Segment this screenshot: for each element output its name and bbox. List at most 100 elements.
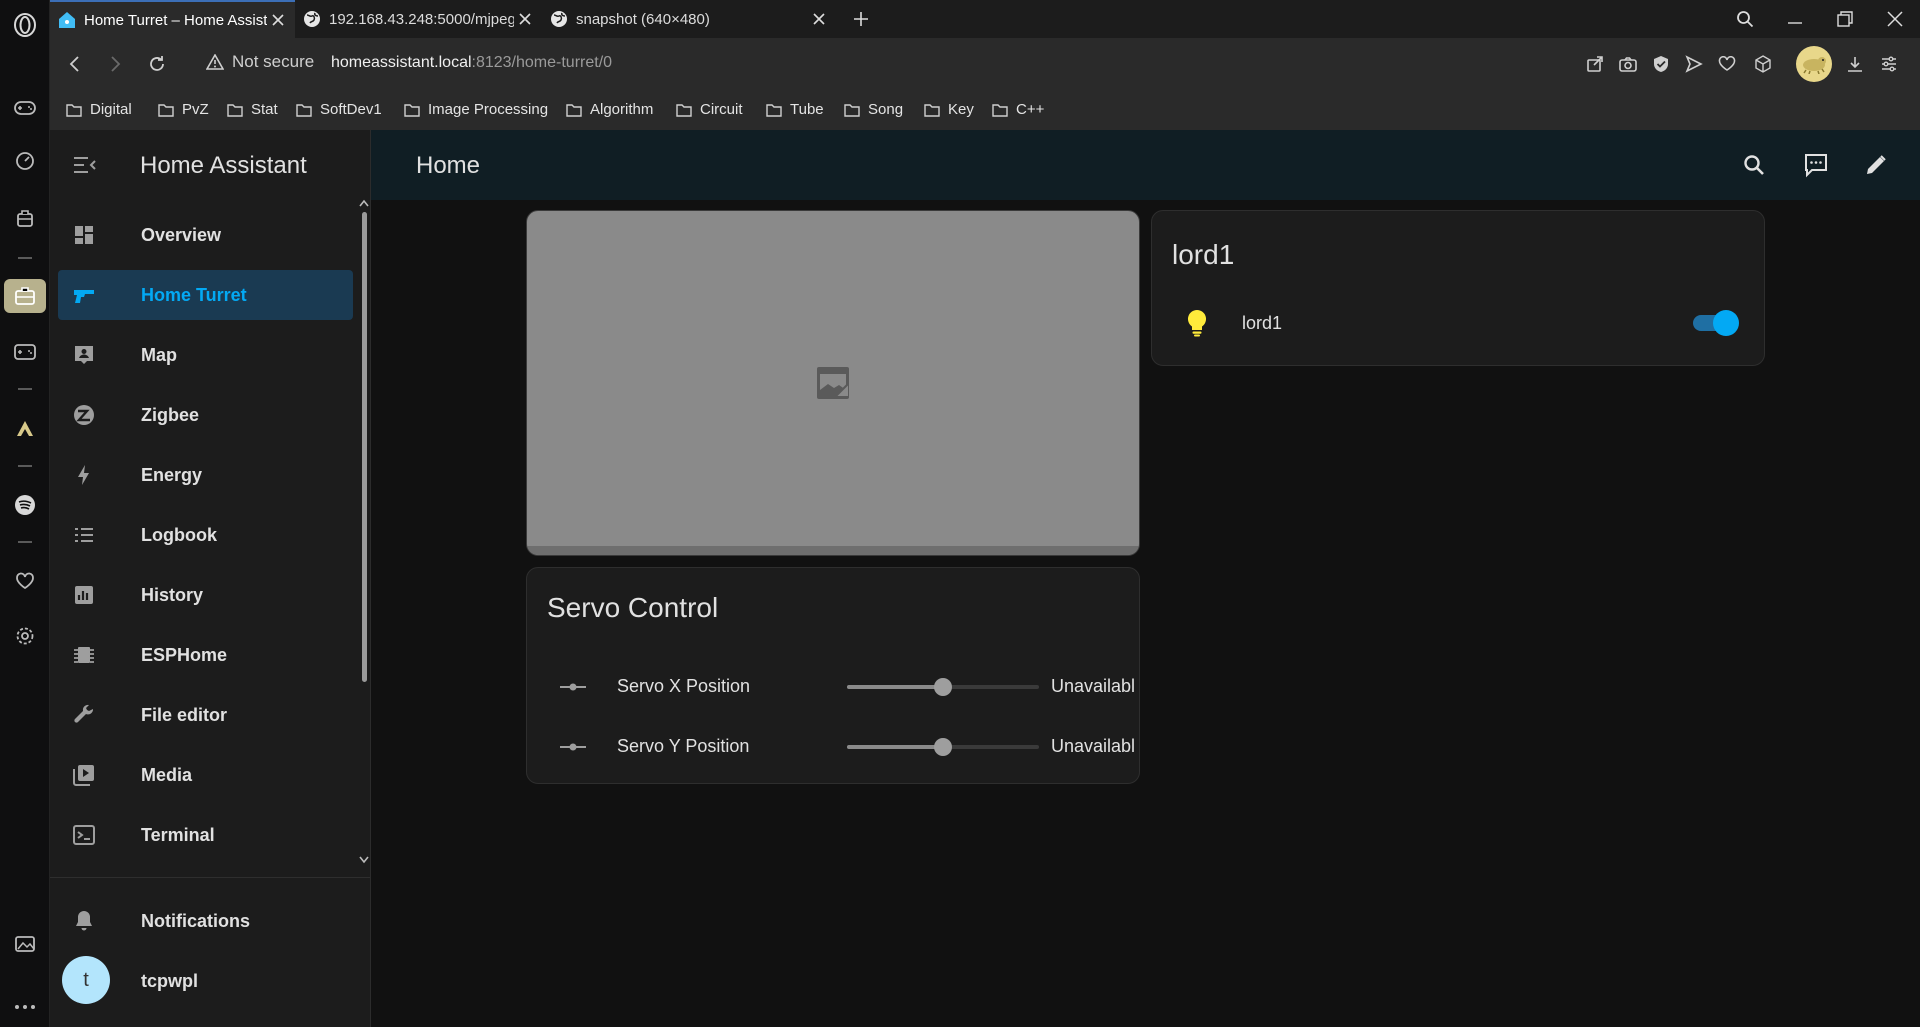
back-arrow-icon[interactable] (62, 51, 88, 77)
browser-profile-avatar-icon[interactable] (1796, 46, 1832, 82)
card-title: Servo Control (547, 592, 719, 623)
camera-feed-card[interactable] (526, 210, 1140, 556)
aria-icon[interactable] (8, 411, 42, 445)
sidebar-item-label: Zigbee (141, 405, 200, 425)
edit-pencil-icon[interactable] (1861, 150, 1891, 180)
sidebar-item-history[interactable]: History (58, 570, 353, 620)
search-icon[interactable] (1739, 150, 1769, 180)
bookmark-folder[interactable]: Song (844, 101, 903, 118)
bookmark-folder[interactable]: Key (924, 101, 974, 118)
sidebar-item-energy[interactable]: Energy (58, 450, 353, 500)
not-secure-label: Not secure (232, 52, 315, 71)
close-tab-icon[interactable] (267, 9, 289, 31)
more-dots-icon[interactable] (8, 990, 42, 1024)
sidebar-item-file-editor[interactable]: File editor (58, 690, 353, 740)
address-bar: Not secure homeassistant.local:8123/home… (50, 38, 1920, 90)
sidebar-item-esphome[interactable]: ESPHome (58, 630, 353, 680)
camera-footer-bar (527, 546, 1139, 555)
speed-dial-icon[interactable] (8, 144, 42, 178)
bookmark-folder[interactable]: Algorithm (566, 101, 653, 118)
folder-icon (676, 103, 692, 117)
sidebar-item-map[interactable]: Map (58, 330, 353, 380)
share-icon[interactable] (1582, 51, 1608, 77)
sidebar-item-label: History (141, 585, 204, 605)
easy-setup-sliders-icon[interactable] (1876, 51, 1902, 77)
user-avatar[interactable]: t (62, 956, 110, 1004)
url-host: homeassistant.local (331, 54, 472, 71)
close-window-icon[interactable] (1880, 6, 1910, 32)
camera-snapshot-icon[interactable] (1615, 51, 1641, 77)
folder-icon (566, 103, 582, 117)
scroll-up-arrow-icon[interactable] (358, 198, 370, 208)
light-toggle-switch[interactable] (1693, 310, 1739, 336)
bookmark-label: SoftDev1 (320, 101, 382, 118)
sidebar-scrollbar[interactable] (362, 212, 367, 682)
heart-icon[interactable] (8, 564, 42, 598)
sidebar-item-media[interactable]: Media (58, 750, 353, 800)
downloads-icon[interactable] (1842, 51, 1868, 77)
menu-open-icon[interactable] (70, 152, 100, 178)
ha-sidebar: Home Assistant Overview Home Turret Map … (50, 130, 371, 1027)
bookmark-folder[interactable]: Tube (766, 101, 824, 118)
opera-logo-icon[interactable] (8, 8, 42, 42)
console-icon (73, 825, 95, 845)
tab-search-icon[interactable] (1730, 6, 1760, 32)
bookmark-folder[interactable]: Stat (227, 101, 278, 118)
heart-bookmark-icon[interactable] (1714, 51, 1740, 77)
lightbulb-icon[interactable] (1185, 309, 1209, 337)
slider-thumb[interactable] (934, 678, 952, 696)
tab-home-turret[interactable]: Home Turret – Home Assistant (50, 0, 295, 38)
new-tab-plus-icon[interactable] (848, 6, 874, 32)
send-icon[interactable] (1681, 51, 1707, 77)
sidebar-item-logbook[interactable]: Logbook (58, 510, 353, 560)
sidebar-item-overview[interactable]: Overview (58, 210, 353, 260)
reload-icon[interactable] (144, 51, 170, 77)
gallery-icon[interactable] (8, 927, 42, 961)
sidebar-item-zigbee[interactable]: Zigbee (58, 390, 353, 440)
tab-snapshot[interactable]: snapshot (640×480) (542, 0, 836, 38)
settings-gear-icon[interactable] (8, 619, 42, 653)
gamepad-square-icon[interactable] (8, 335, 42, 369)
warning-triangle-icon (206, 54, 224, 70)
folder-icon (66, 103, 82, 117)
backpack-icon[interactable] (8, 201, 42, 235)
bell-icon (76, 911, 92, 931)
gamepad-icon[interactable] (8, 91, 42, 125)
scroll-down-arrow-icon[interactable] (358, 855, 370, 865)
folder-icon (227, 103, 243, 117)
sidebar-item-home-turret[interactable]: Home Turret (58, 270, 353, 320)
sidebar-item-label: Home Turret (141, 285, 247, 305)
restore-icon[interactable] (1830, 6, 1860, 32)
play-box-multiple-icon (73, 765, 94, 786)
forward-arrow-icon[interactable] (102, 51, 128, 77)
servo-x-slider[interactable] (847, 678, 1039, 696)
close-tab-icon[interactable] (808, 8, 830, 30)
chart-box-icon (75, 586, 93, 604)
minimize-icon[interactable] (1780, 6, 1810, 32)
bookmark-folder[interactable]: Circuit (676, 101, 743, 118)
bookmark-folder[interactable]: Digital (66, 101, 132, 118)
shield-check-icon[interactable] (1648, 51, 1674, 77)
sidebar-item-terminal[interactable]: Terminal (58, 810, 353, 860)
bookmark-folder[interactable]: Image Processing (404, 101, 548, 118)
assist-chat-icon[interactable] (1801, 150, 1831, 180)
bookmark-folder[interactable]: PvZ (158, 101, 209, 118)
sidebar-divider (50, 877, 370, 878)
browser-side-rail (0, 0, 50, 1027)
bookmark-label: Tube (790, 101, 824, 118)
tab-mjpeg[interactable]: 192.168.43.248:5000/mjpeg (295, 0, 542, 38)
spotify-icon[interactable] (8, 488, 42, 522)
extensions-cube-icon[interactable] (1750, 51, 1776, 77)
user-name: tcpwpl (141, 971, 198, 991)
url-field[interactable]: homeassistant.local:8123/home-turret/0 (331, 54, 612, 72)
bookmark-folder[interactable]: SoftDev1 (296, 101, 382, 118)
sidebar-item-notifications[interactable]: Notifications (58, 896, 353, 946)
briefcase-icon[interactable] (4, 279, 46, 313)
slider-thumb[interactable] (934, 738, 952, 756)
bookmark-folder[interactable]: C++ (992, 101, 1044, 118)
close-tab-icon[interactable] (514, 8, 536, 30)
servo-y-slider[interactable] (847, 738, 1039, 756)
security-indicator[interactable]: Not secure (206, 52, 314, 72)
sidebar-item-label: Media (141, 765, 193, 785)
tab-label: snapshot (640×480) (576, 10, 710, 28)
